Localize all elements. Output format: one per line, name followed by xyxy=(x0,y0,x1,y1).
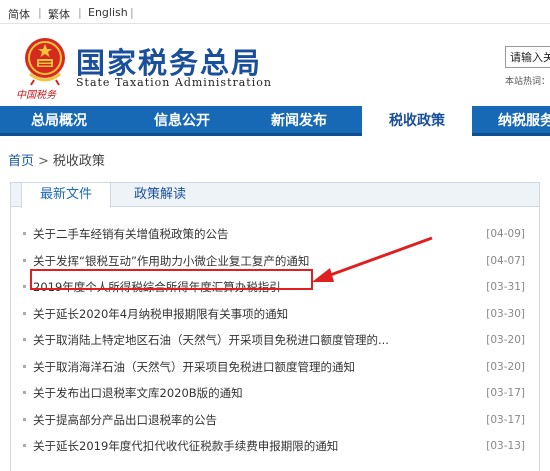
bullet-icon xyxy=(23,391,26,394)
nav-item-tax-service[interactable]: 纳税服务 xyxy=(480,106,550,136)
main-nav: 总局概况 信息公开 新闻发布 税收政策 纳税服务 xyxy=(0,106,550,136)
list-item-title[interactable]: 关于取消海洋石油（天然气）开采项目免税进口额度管理的通知 xyxy=(33,354,355,381)
lang-separator: | xyxy=(38,6,42,19)
site-header: 中国税务 国家税务总局 State Taxation Administratio… xyxy=(0,24,550,106)
brand-logo-text: 中国税务 xyxy=(16,90,56,101)
list-item[interactable]: 关于提高部分产品出口退税率的公告 [03-17] xyxy=(11,407,539,434)
list-item-title[interactable]: 关于发布出口退税率文库2020B版的通知 xyxy=(33,380,243,407)
annotation-arrow-icon xyxy=(312,236,433,282)
search-input[interactable] xyxy=(505,46,550,68)
bullet-icon xyxy=(23,364,26,368)
policy-panel: 最新文件 政策解读 关于二手车经销有关增值税政策的公告 [04-09] 关于发挥… xyxy=(10,182,540,471)
list-item-title[interactable]: 关于延长2020年4月纳税申报期限有关事项的通知 xyxy=(33,301,288,328)
lang-english-link[interactable]: English xyxy=(88,6,128,19)
language-bar: 简体 | 繁体 | English | xyxy=(0,0,550,24)
lang-separator: | xyxy=(78,6,82,19)
national-emblem-icon[interactable] xyxy=(22,36,68,86)
highlight-annotation-box xyxy=(30,269,313,290)
list-item[interactable]: 关于延长2019年度代扣代收代征税款手续费申报期限的通知 [03-13] xyxy=(11,433,539,460)
bullet-icon xyxy=(23,232,26,235)
hot-words-label: 本站热词： xyxy=(505,77,550,87)
bullet-icon xyxy=(23,444,26,447)
site-subtitle: State Taxation Administration xyxy=(76,76,272,89)
list-item-date: [03-20] xyxy=(486,334,525,346)
tab-policy-interpretation[interactable]: 政策解读 xyxy=(115,183,205,207)
list-item[interactable]: 关于二手车经销有关增值税政策的公告 [04-09] xyxy=(11,221,539,248)
list-item[interactable]: 关于取消海洋石油（天然气）开采项目免税进口额度管理的通知 [03-20] xyxy=(11,354,539,381)
list-item-date: [03-17] xyxy=(486,387,525,399)
breadcrumb-separator: > xyxy=(38,154,49,169)
lang-simplified-link[interactable]: 简体 xyxy=(8,6,30,22)
bullet-icon xyxy=(23,338,26,341)
bullet-icon xyxy=(23,285,26,288)
list-item-date: [04-07] xyxy=(486,254,525,267)
list-item-date: [03-20] xyxy=(486,360,525,373)
breadcrumb-home-link[interactable]: 首页 xyxy=(8,154,34,169)
bullet-icon xyxy=(23,417,26,421)
bullet-icon xyxy=(23,258,26,262)
list-item[interactable]: 关于延长2020年4月纳税申报期限有关事项的通知 [03-30] xyxy=(11,301,539,328)
bullet-icon xyxy=(23,311,26,315)
breadcrumb: 首页 > 税收政策 xyxy=(8,150,105,169)
nav-item-tax-policy[interactable]: 税收政策 xyxy=(362,106,472,136)
list-item[interactable]: 关于发布出口退税率文库2020B版的通知 [03-17] xyxy=(11,380,539,407)
nav-item-info-disclosure[interactable]: 信息公开 xyxy=(126,106,238,136)
lang-traditional-link[interactable]: 繁体 xyxy=(48,6,70,22)
file-list: 关于二手车经销有关增值税政策的公告 [04-09] 关于发挥“银税互动”作用助力… xyxy=(11,221,539,460)
nav-item-overview[interactable]: 总局概况 xyxy=(0,106,118,136)
list-item-date: [03-31] xyxy=(486,281,525,293)
lang-separator: | xyxy=(130,6,134,19)
list-item-date: [03-30] xyxy=(486,307,525,320)
breadcrumb-current[interactable]: 税收政策 xyxy=(53,154,105,169)
list-item-title[interactable]: 关于二手车经销有关增值税政策的公告 xyxy=(33,221,229,248)
list-item[interactable]: 关于取消陆上特定地区石油（天然气）开采项目免税进口额度管理的... [03-20… xyxy=(11,327,539,354)
list-item-title[interactable]: 关于延长2019年度代扣代收代征税款手续费申报期限的通知 xyxy=(33,433,338,460)
list-item-date: [03-13] xyxy=(486,440,525,452)
list-item-title[interactable]: 关于取消陆上特定地区石油（天然气）开采项目免税进口额度管理的... xyxy=(33,327,389,354)
tab-bar: 最新文件 政策解读 xyxy=(11,183,539,208)
list-item-title[interactable]: 关于提高部分产品出口退税率的公告 xyxy=(33,407,217,434)
tab-latest-files[interactable]: 最新文件 xyxy=(21,183,111,208)
list-item-date: [04-09] xyxy=(486,228,525,240)
nav-item-news[interactable]: 新闻发布 xyxy=(244,106,354,136)
list-item-date: [03-17] xyxy=(486,413,525,426)
